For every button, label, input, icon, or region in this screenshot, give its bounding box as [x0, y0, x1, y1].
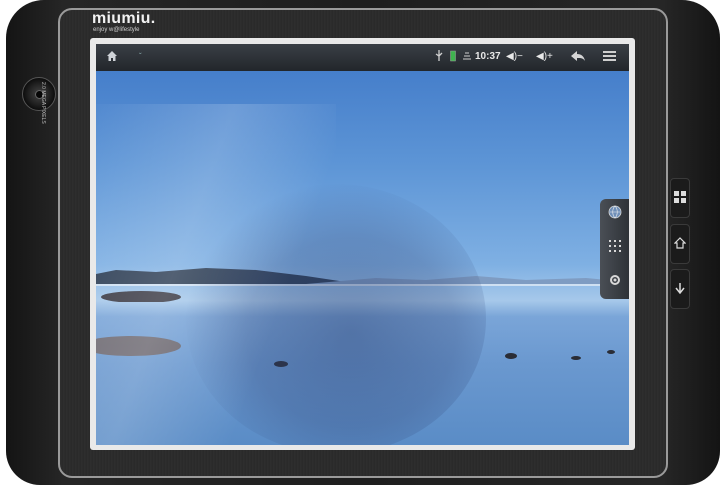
hardware-menu-button[interactable]: [670, 178, 690, 218]
volume-down-icon[interactable]: ◀)−: [506, 50, 523, 64]
battery-icon: [450, 50, 456, 67]
brand-logo: miumiu.: [92, 10, 156, 27]
volume-up-icon[interactable]: ◀)+: [536, 50, 553, 64]
camera-label: 2.0 MEGA PIXELS: [40, 82, 46, 124]
settings-icon[interactable]: [605, 273, 625, 293]
menu-icon[interactable]: [603, 50, 616, 67]
notification-icon[interactable]: ˇ: [139, 50, 142, 64]
home-icon[interactable]: [106, 50, 118, 67]
clock: 10:37: [475, 51, 501, 62]
down-arrow-icon: [675, 283, 685, 295]
home-outline-icon: [673, 237, 687, 249]
apps-grid-icon[interactable]: [605, 239, 625, 259]
status-bar: ˇ 10:37 ◀)− ◀)+: [96, 44, 629, 71]
home-screen[interactable]: ˇ 10:37 ◀)− ◀)+: [96, 44, 629, 445]
hardware-home-button[interactable]: [670, 224, 690, 264]
usb-icon: [434, 50, 444, 67]
screen-glare: [96, 104, 336, 445]
hardware-back-button[interactable]: [670, 269, 690, 309]
back-icon[interactable]: [570, 50, 586, 67]
grid-icon: [674, 191, 686, 203]
wifi-icon: [462, 50, 472, 67]
brand-tagline: enjoy w@lifestyle: [93, 27, 140, 33]
browser-icon[interactable]: [605, 205, 625, 225]
launcher-dock: [600, 199, 629, 299]
